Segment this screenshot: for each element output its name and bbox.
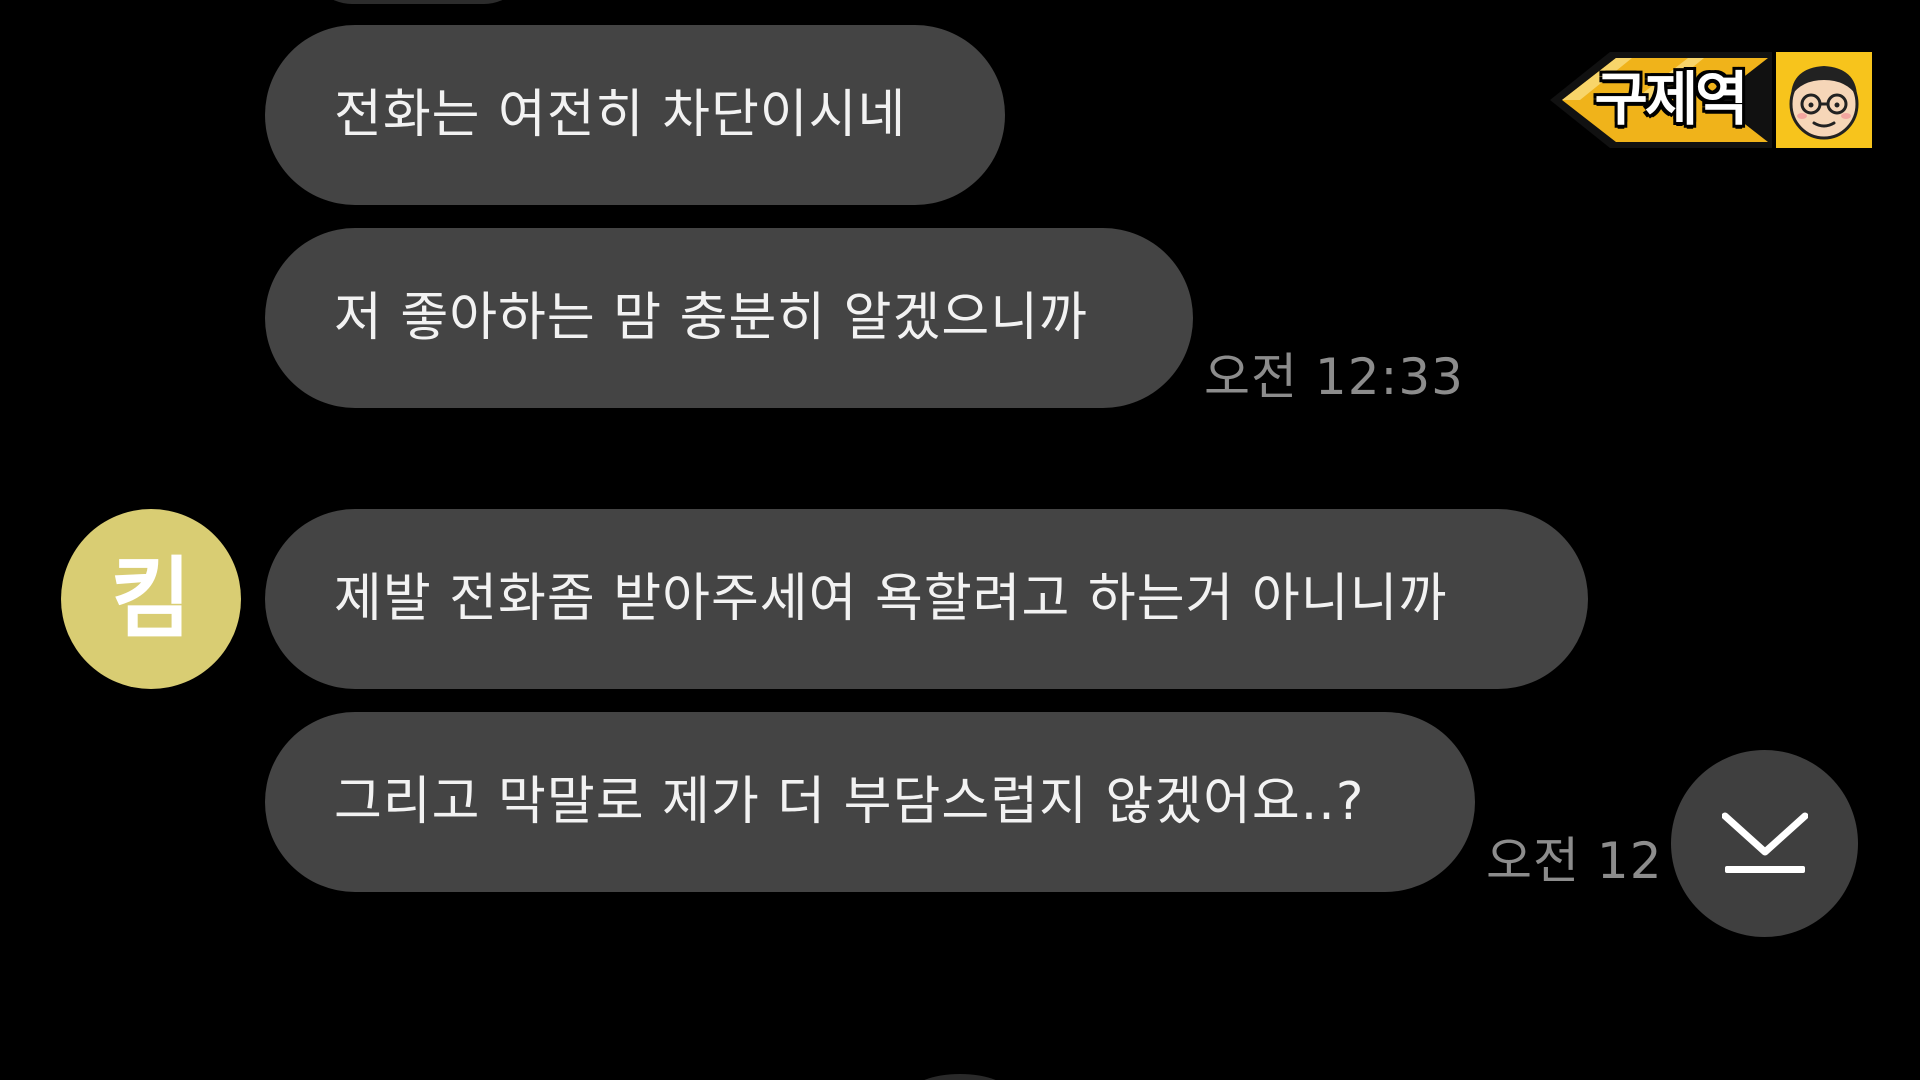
message-bubble[interactable]: 그리고 막말로 제가 더 부담스럽지 않겠어요..? [265, 712, 1475, 892]
message-text: 저 좋아하는 맘 충분히 알겠으니까 [334, 288, 1088, 348]
face-logo-icon [1776, 52, 1872, 148]
channel-name: 구제역 [1594, 65, 1748, 133]
sender-avatar[interactable]: 킴 [61, 509, 241, 689]
message-text: 전화는 여전히 차단이시네 [334, 85, 907, 145]
channel-watermark: 구제역 [1550, 52, 1872, 148]
message-text: 그리고 막말로 제가 더 부담스럽지 않겠어요..? [334, 772, 1365, 832]
message-bubble[interactable]: 저 좋아하는 맘 충분히 알겠으니까 [265, 228, 1193, 408]
next-message-edge-partial [910, 1074, 1010, 1080]
scroll-to-bottom-button[interactable] [1671, 750, 1858, 937]
message-timestamp: 오전 12 [1486, 832, 1663, 890]
chat-screen: 전화는 여전히 차단이시네 저 좋아하는 맘 충분히 알겠으니까 오전 12:3… [0, 0, 1920, 1080]
message-text: 제발 전화좀 받아주세여 욕할려고 하는거 아니니까 [334, 569, 1448, 629]
cartoon-face-with-glasses-icon [1789, 66, 1859, 140]
previous-message-bubble-partial [308, 0, 528, 4]
chevron-down-icon [1722, 812, 1808, 873]
avatar-initial: 킴 [110, 547, 192, 650]
message-bubble[interactable]: 제발 전화좀 받아주세여 욕할려고 하는거 아니니까 [265, 509, 1588, 689]
message-timestamp: 오전 12:33 [1204, 348, 1464, 406]
message-bubble[interactable]: 전화는 여전히 차단이시네 [265, 25, 1005, 205]
